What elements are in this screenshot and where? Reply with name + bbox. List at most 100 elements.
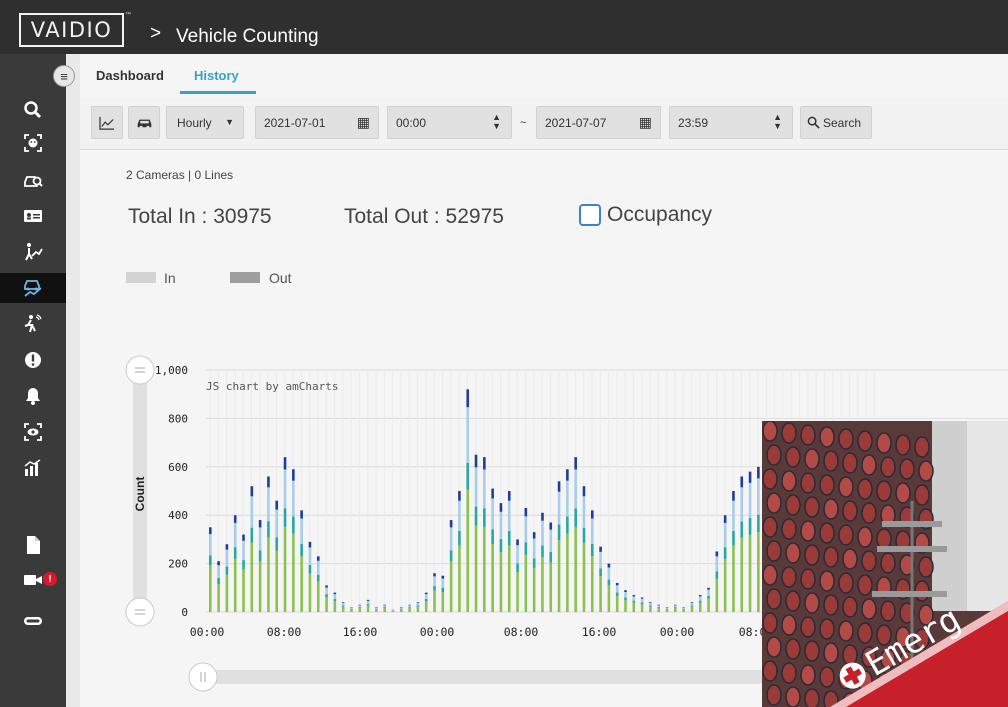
chart-bar-segment[interactable] xyxy=(242,569,245,612)
chart-bar-segment[interactable] xyxy=(524,542,528,555)
chart-bar-segment[interactable] xyxy=(424,594,428,600)
chart-bar-segment[interactable] xyxy=(524,516,528,543)
chart-bar-segment[interactable] xyxy=(649,606,652,612)
chart-bar-segment[interactable] xyxy=(599,576,602,612)
chart-bar-segment[interactable] xyxy=(690,603,694,606)
chart-bar-segment[interactable] xyxy=(225,574,229,612)
chart-bar-segment[interactable] xyxy=(624,591,627,598)
chart-bar-segment[interactable] xyxy=(740,521,744,538)
chart-bar-segment[interactable] xyxy=(491,498,494,530)
chart-bar-segment[interactable] xyxy=(325,594,328,598)
chart-bar-segment[interactable] xyxy=(549,522,553,530)
chart-bar-segment[interactable] xyxy=(424,592,428,595)
chart-bar-segment[interactable] xyxy=(399,609,403,612)
chart-bar-segment[interactable] xyxy=(698,596,702,601)
chart-bar-segment[interactable] xyxy=(474,467,478,507)
chart-bar-segment[interactable] xyxy=(375,607,378,609)
chart-bar-segment[interactable] xyxy=(524,554,528,612)
chart-bar-segment[interactable] xyxy=(225,549,229,567)
sidebar-item-settings-toggle[interactable] xyxy=(0,606,66,636)
chart-bar-segment[interactable] xyxy=(300,518,303,544)
end-time-field[interactable]: 23:59 ▲ ▼ xyxy=(669,106,793,139)
chart-bar-segment[interactable] xyxy=(283,469,287,509)
chart-bar-segment[interactable] xyxy=(333,594,337,600)
chart-bar-segment[interactable] xyxy=(250,542,254,612)
vertical-scroll-grip-top[interactable] xyxy=(125,355,155,385)
chart-bar-segment[interactable] xyxy=(632,596,636,601)
chart-bar-segment[interactable] xyxy=(325,587,328,595)
chart-bar-segment[interactable] xyxy=(740,476,744,488)
chart-bar-segment[interactable] xyxy=(242,534,245,541)
chart-bar-segment[interactable] xyxy=(416,602,420,604)
chart-bar-segment[interactable] xyxy=(292,516,295,534)
chart-bar-segment[interactable] xyxy=(582,542,586,612)
chart-bar-segment[interactable] xyxy=(516,545,519,564)
chart-bar-segment[interactable] xyxy=(732,500,735,531)
tab-history[interactable]: History xyxy=(194,68,239,83)
chart-bar-segment[interactable] xyxy=(449,561,453,612)
vertical-scroll-grip-bottom[interactable] xyxy=(125,597,155,627)
chart-bar-segment[interactable] xyxy=(233,522,237,548)
chart-bar-segment[interactable] xyxy=(217,565,220,578)
chart-bar-segment[interactable] xyxy=(383,604,386,606)
sidebar-item-eye-scan[interactable] xyxy=(0,417,66,447)
chart-bar-segment[interactable] xyxy=(350,608,353,610)
chart-bar-segment[interactable] xyxy=(267,487,270,522)
chart-bar-segment[interactable] xyxy=(383,607,386,609)
chart-bar-segment[interactable] xyxy=(491,544,494,612)
chart-bar-segment[interactable] xyxy=(316,581,320,612)
chart-bar-segment[interactable] xyxy=(449,550,453,562)
chart-bar-segment[interactable] xyxy=(424,601,428,612)
chart-bar-segment[interactable] xyxy=(632,600,636,603)
chart-bar-segment[interactable] xyxy=(474,525,478,612)
chart-bar-segment[interactable] xyxy=(300,543,303,557)
sidebar-item-vehicle-search[interactable] xyxy=(0,165,66,195)
chart-bar-segment[interactable] xyxy=(275,500,279,510)
chart-bar-segment[interactable] xyxy=(599,568,602,577)
chart-bar-segment[interactable] xyxy=(491,488,494,499)
chart-bar-segment[interactable] xyxy=(607,567,611,580)
chart-bar-segment[interactable] xyxy=(574,457,577,470)
chart-bar-segment[interactable] xyxy=(242,560,245,570)
chart-bar-segment[interactable] xyxy=(292,533,295,612)
chart-bar-segment[interactable] xyxy=(300,556,303,612)
chart-bar-segment[interactable] xyxy=(557,524,561,541)
chart-bar-segment[interactable] xyxy=(258,561,262,612)
chart-bar-segment[interactable] xyxy=(416,605,420,607)
chart-bar-segment[interactable] xyxy=(574,526,577,612)
chart-bar-segment[interactable] xyxy=(532,538,536,559)
chart-bar-segment[interactable] xyxy=(549,552,553,563)
search-button[interactable]: Search xyxy=(800,106,872,139)
chart-bar-segment[interactable] xyxy=(698,602,702,612)
chart-bar-segment[interactable] xyxy=(698,600,702,603)
chart-bar-segment[interactable] xyxy=(657,607,661,609)
chart-bar-segment[interactable] xyxy=(590,556,594,612)
chart-bar-segment[interactable] xyxy=(258,527,262,551)
chart-bar-segment[interactable] xyxy=(590,543,594,557)
chart-bar-segment[interactable] xyxy=(723,522,727,548)
chart-bar-segment[interactable] xyxy=(632,602,636,612)
chart-bar-segment[interactable] xyxy=(449,520,453,528)
chart-bar-segment[interactable] xyxy=(441,578,445,588)
chart-bar-segment[interactable] xyxy=(707,589,710,596)
chart-bar-segment[interactable] xyxy=(408,608,411,612)
chart-bar-segment[interactable] xyxy=(499,552,503,612)
chart-bar-segment[interactable] xyxy=(757,478,760,515)
chart-bar-segment[interactable] xyxy=(275,550,279,612)
chart-bar-segment[interactable] xyxy=(748,517,752,535)
chart-bar-segment[interactable] xyxy=(474,506,478,526)
chart-bar-segment[interactable] xyxy=(615,596,619,612)
chart-bar-segment[interactable] xyxy=(408,604,411,606)
chart-bar-segment[interactable] xyxy=(657,605,661,608)
chart-bar-segment[interactable] xyxy=(300,510,303,519)
chart-bar-segment[interactable] xyxy=(674,604,677,606)
chart-bar-segment[interactable] xyxy=(516,539,519,546)
sidebar-item-search[interactable] xyxy=(0,95,66,125)
chart-bar-segment[interactable] xyxy=(715,551,719,557)
chart-bar-segment[interactable] xyxy=(483,526,486,612)
chart-bar-segment[interactable] xyxy=(441,575,445,579)
chart-bar-segment[interactable] xyxy=(341,603,345,606)
chart-bar-segment[interactable] xyxy=(458,500,461,531)
chart-bar-segment[interactable] xyxy=(516,563,519,573)
chart-bar-segment[interactable] xyxy=(308,547,312,565)
